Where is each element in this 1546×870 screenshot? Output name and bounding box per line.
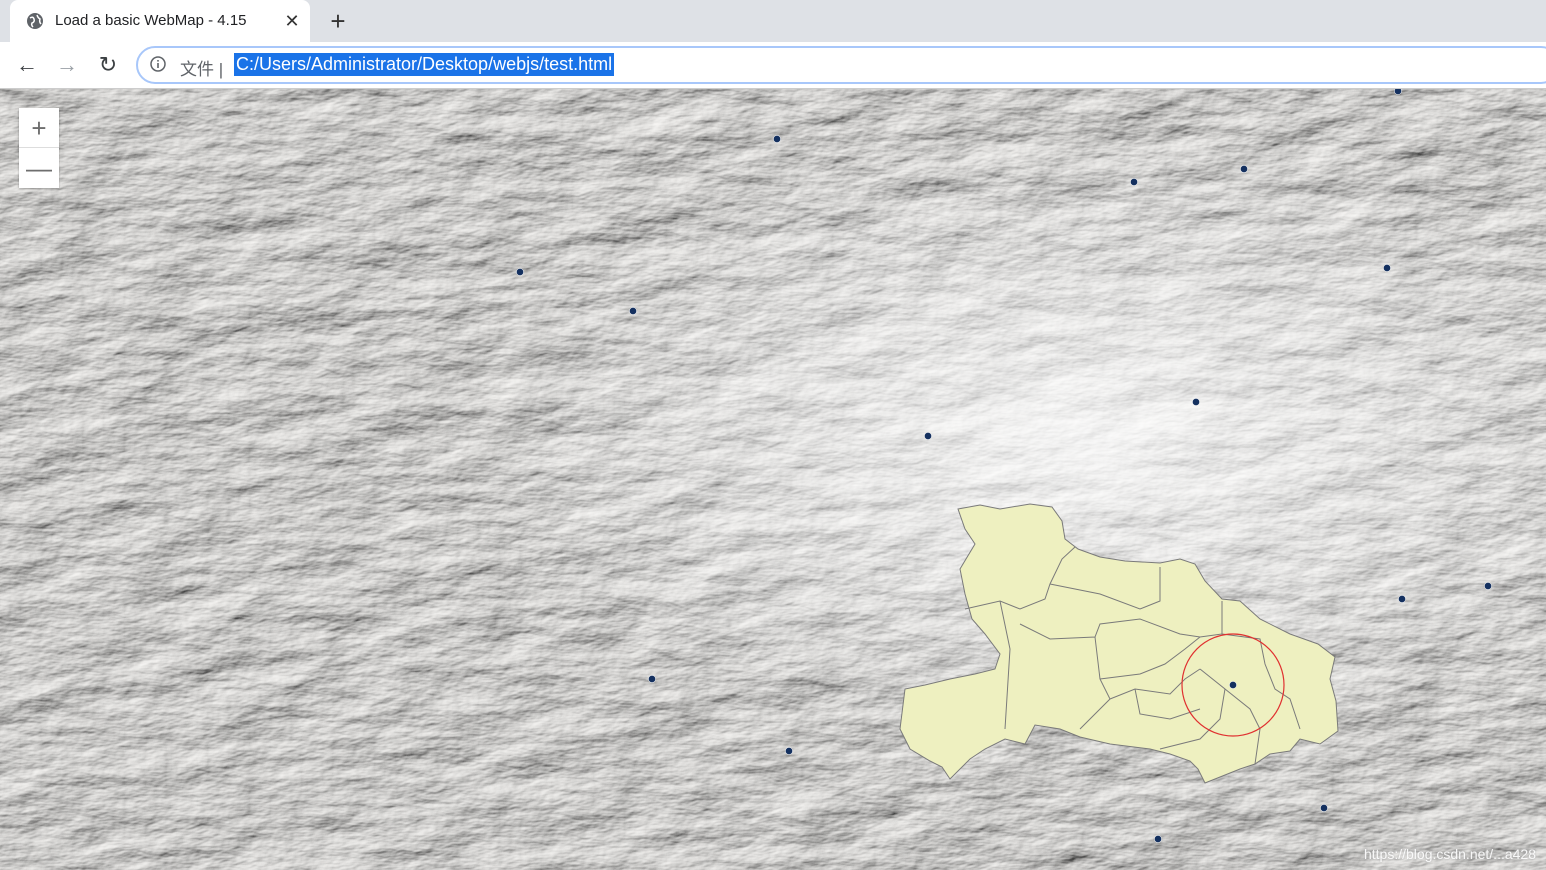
scheme-label: 文件 | bbox=[180, 60, 224, 79]
city-point[interactable] bbox=[1240, 165, 1248, 173]
city-point[interactable] bbox=[1130, 178, 1138, 186]
map-view[interactable]: + — https://blog.csdn.net/...a428 bbox=[0, 89, 1546, 870]
city-point[interactable] bbox=[629, 307, 637, 315]
globe-icon bbox=[27, 13, 43, 29]
city-point[interactable] bbox=[1383, 264, 1391, 272]
zoom-in-button[interactable]: + bbox=[19, 108, 59, 148]
tab-title: Load a basic WebMap - 4.15 bbox=[55, 12, 247, 29]
reload-button[interactable]: ↻ bbox=[95, 52, 121, 78]
city-point[interactable] bbox=[516, 268, 524, 276]
city-point[interactable] bbox=[1394, 89, 1402, 95]
basemap-plain bbox=[0, 89, 1546, 870]
info-icon[interactable] bbox=[150, 56, 166, 72]
forward-button[interactable]: → bbox=[54, 52, 80, 78]
close-tab-icon[interactable]: ✕ bbox=[282, 11, 302, 31]
city-point[interactable] bbox=[924, 432, 932, 440]
city-point[interactable] bbox=[1192, 398, 1200, 406]
city-point[interactable] bbox=[785, 747, 793, 755]
city-point[interactable] bbox=[1484, 582, 1492, 590]
address-bar[interactable]: 文件 | C:/Users/Administrator/Desktop/webj… bbox=[136, 46, 1546, 84]
city-point[interactable] bbox=[773, 135, 781, 143]
new-tab-button[interactable]: + bbox=[326, 8, 350, 34]
map-canvas[interactable] bbox=[0, 89, 1546, 870]
city-point[interactable] bbox=[1229, 681, 1237, 689]
city-point[interactable] bbox=[1154, 835, 1162, 843]
city-point[interactable] bbox=[1320, 804, 1328, 812]
url-text[interactable]: C:/Users/Administrator/Desktop/webjs/tes… bbox=[234, 53, 615, 76]
back-button[interactable]: ← bbox=[14, 52, 40, 78]
zoom-control: + — bbox=[19, 108, 59, 188]
browser-tab[interactable]: Load a basic WebMap - 4.15 ✕ bbox=[10, 0, 310, 42]
browser-toolbar: ← → ↻ 文件 | C:/Users/Administrator/Deskto… bbox=[0, 42, 1546, 89]
tab-strip: Load a basic WebMap - 4.15 ✕ + bbox=[0, 0, 1546, 42]
zoom-out-button[interactable]: — bbox=[19, 148, 59, 188]
watermark: https://blog.csdn.net/...a428 bbox=[1363, 846, 1536, 862]
city-point[interactable] bbox=[1398, 595, 1406, 603]
city-point[interactable] bbox=[648, 675, 656, 683]
